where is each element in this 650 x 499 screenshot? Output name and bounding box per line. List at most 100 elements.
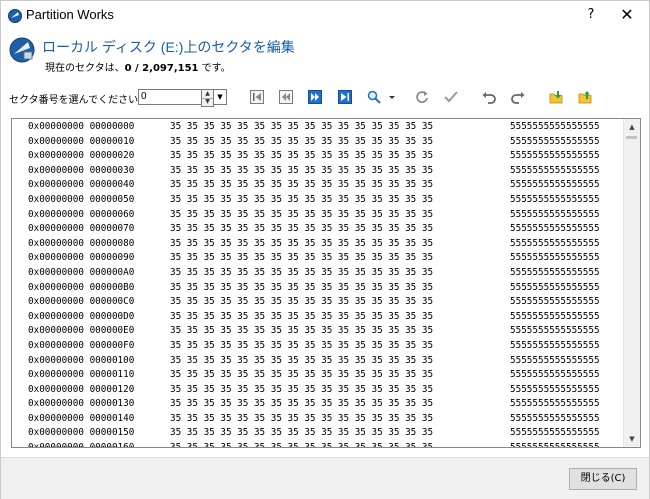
help-button[interactable]: ? xyxy=(581,5,601,25)
hex-row[interactable]: 0x00000000 00000140 35 35 35 35 35 35 35 … xyxy=(12,412,624,427)
hex-row-bytes[interactable]: 35 35 35 35 35 35 35 35 35 35 35 35 35 3… xyxy=(170,324,433,339)
hex-row-ascii[interactable]: 5555555555555555 xyxy=(510,397,600,412)
sector-number-label: セクタ番号を選んでください(S): xyxy=(9,95,156,106)
hex-row-bytes[interactable]: 35 35 35 35 35 35 35 35 35 35 35 35 35 3… xyxy=(170,120,433,135)
hex-row-bytes[interactable]: 35 35 35 35 35 35 35 35 35 35 35 35 35 3… xyxy=(170,193,433,208)
hex-row-bytes[interactable]: 35 35 35 35 35 35 35 35 35 35 35 35 35 3… xyxy=(170,354,433,369)
hex-row-bytes[interactable]: 35 35 35 35 35 35 35 35 35 35 35 35 35 3… xyxy=(170,164,433,179)
hex-row-ascii[interactable]: 5555555555555555 xyxy=(510,164,600,179)
hex-row[interactable]: 0x00000000 00000070 35 35 35 35 35 35 35 … xyxy=(12,222,624,237)
hex-row-bytes[interactable]: 35 35 35 35 35 35 35 35 35 35 35 35 35 3… xyxy=(170,310,433,325)
scroll-thumb[interactable] xyxy=(626,136,637,139)
dialog-footer: 閉じる(C) xyxy=(1,457,649,499)
hex-row[interactable]: 0x00000000 000000B0 35 35 35 35 35 35 35 … xyxy=(12,281,624,296)
hex-row-address: 0x00000000 00000120 xyxy=(28,383,135,395)
hex-row-ascii[interactable]: 5555555555555555 xyxy=(510,193,600,208)
hex-row-bytes[interactable]: 35 35 35 35 35 35 35 35 35 35 35 35 35 3… xyxy=(170,178,433,193)
hex-row-ascii[interactable]: 5555555555555555 xyxy=(510,208,600,223)
refresh-icon[interactable] xyxy=(415,90,429,104)
hex-row-ascii[interactable]: 5555555555555555 xyxy=(510,295,600,310)
hex-row-bytes[interactable]: 35 35 35 35 35 35 35 35 35 35 35 35 35 3… xyxy=(170,412,433,427)
hex-row-ascii[interactable]: 5555555555555555 xyxy=(510,237,600,252)
hex-row[interactable]: 0x00000000 00000010 35 35 35 35 35 35 35 … xyxy=(12,135,624,150)
hex-row-bytes[interactable]: 35 35 35 35 35 35 35 35 35 35 35 35 35 3… xyxy=(170,135,433,150)
hex-row-bytes[interactable]: 35 35 35 35 35 35 35 35 35 35 35 35 35 3… xyxy=(170,441,433,447)
last-sector-icon[interactable] xyxy=(338,90,352,104)
hex-row[interactable]: 0x00000000 00000100 35 35 35 35 35 35 35 … xyxy=(12,354,624,369)
apply-check-icon[interactable] xyxy=(444,90,458,104)
hex-row-ascii[interactable]: 5555555555555555 xyxy=(510,251,600,266)
vertical-scrollbar[interactable]: ▲ ▼ xyxy=(623,119,640,447)
hex-row-ascii[interactable]: 5555555555555555 xyxy=(510,281,600,296)
first-sector-icon[interactable] xyxy=(250,90,264,104)
hex-row-ascii[interactable]: 5555555555555555 xyxy=(510,354,600,369)
hex-row-ascii[interactable]: 5555555555555555 xyxy=(510,120,600,135)
sector-number-input[interactable]: 0 xyxy=(138,89,204,105)
hex-row-bytes[interactable]: 35 35 35 35 35 35 35 35 35 35 35 35 35 3… xyxy=(170,383,433,398)
hex-row-ascii[interactable]: 5555555555555555 xyxy=(510,266,600,281)
hex-row[interactable]: 0x00000000 00000050 35 35 35 35 35 35 35 … xyxy=(12,193,624,208)
hex-row[interactable]: 0x00000000 00000080 35 35 35 35 35 35 35 … xyxy=(12,237,624,252)
hex-rows: 0x00000000 00000000 35 35 35 35 35 35 35 … xyxy=(12,120,624,447)
hex-row[interactable]: 0x00000000 000000D0 35 35 35 35 35 35 35 … xyxy=(12,310,624,325)
hex-row[interactable]: 0x00000000 00000040 35 35 35 35 35 35 35 … xyxy=(12,178,624,193)
scroll-down-icon[interactable]: ▼ xyxy=(624,431,640,447)
hex-row[interactable]: 0x00000000 00000090 35 35 35 35 35 35 35 … xyxy=(12,251,624,266)
hex-row[interactable]: 0x00000000 00000130 35 35 35 35 35 35 35 … xyxy=(12,397,624,412)
export-folder-icon[interactable] xyxy=(578,90,592,104)
prev-sector-icon[interactable] xyxy=(279,90,293,104)
hex-row-bytes[interactable]: 35 35 35 35 35 35 35 35 35 35 35 35 35 3… xyxy=(170,149,433,164)
sector-dropdown-button[interactable]: ▼ xyxy=(213,89,227,105)
hex-row-address: 0x00000000 00000020 xyxy=(28,150,135,162)
hex-row[interactable]: 0x00000000 000000F0 35 35 35 35 35 35 35 … xyxy=(12,339,624,354)
current-sector-value: 0 / 2,097,151 xyxy=(124,63,199,74)
hex-row[interactable]: 0x00000000 00000060 35 35 35 35 35 35 35 … xyxy=(12,208,624,223)
hex-row-ascii[interactable]: 5555555555555555 xyxy=(510,135,600,150)
hex-row-bytes[interactable]: 35 35 35 35 35 35 35 35 35 35 35 35 35 3… xyxy=(170,237,433,252)
hex-row-bytes[interactable]: 35 35 35 35 35 35 35 35 35 35 35 35 35 3… xyxy=(170,208,433,223)
hex-row-ascii[interactable]: 5555555555555555 xyxy=(510,412,600,427)
next-sector-icon[interactable] xyxy=(308,90,322,104)
redo-icon[interactable] xyxy=(511,90,525,104)
close-button[interactable]: 閉じる(C) xyxy=(569,468,637,490)
hex-row-bytes[interactable]: 35 35 35 35 35 35 35 35 35 35 35 35 35 3… xyxy=(170,339,433,354)
hex-row-ascii[interactable]: 5555555555555555 xyxy=(510,383,600,398)
hex-row[interactable]: 0x00000000 00000160 35 35 35 35 35 35 35 … xyxy=(12,441,624,447)
search-icon[interactable] xyxy=(367,90,381,104)
hex-row-ascii[interactable]: 5555555555555555 xyxy=(510,149,600,164)
hex-row[interactable]: 0x00000000 000000C0 35 35 35 35 35 35 35 … xyxy=(12,295,624,310)
hex-row-address: 0x00000000 00000040 xyxy=(28,179,135,191)
close-window-button[interactable]: ✕ xyxy=(613,4,641,26)
hex-row[interactable]: 0x00000000 00000120 35 35 35 35 35 35 35 … xyxy=(12,383,624,398)
hex-row-bytes[interactable]: 35 35 35 35 35 35 35 35 35 35 35 35 35 3… xyxy=(170,295,433,310)
hex-row[interactable]: 0x00000000 00000000 35 35 35 35 35 35 35 … xyxy=(12,120,624,135)
hex-row-bytes[interactable]: 35 35 35 35 35 35 35 35 35 35 35 35 35 3… xyxy=(170,281,433,296)
hex-row-ascii[interactable]: 5555555555555555 xyxy=(510,222,600,237)
hex-row-address: 0x00000000 00000060 xyxy=(28,208,135,220)
hex-row[interactable]: 0x00000000 00000150 35 35 35 35 35 35 35 … xyxy=(12,426,624,441)
hex-row-ascii[interactable]: 5555555555555555 xyxy=(510,441,600,447)
stepper-down-icon[interactable]: ▼ xyxy=(202,98,213,106)
hex-row-bytes[interactable]: 35 35 35 35 35 35 35 35 35 35 35 35 35 3… xyxy=(170,426,433,441)
hex-row-ascii[interactable]: 5555555555555555 xyxy=(510,339,600,354)
hex-row[interactable]: 0x00000000 000000E0 35 35 35 35 35 35 35 … xyxy=(12,324,624,339)
hex-row-bytes[interactable]: 35 35 35 35 35 35 35 35 35 35 35 35 35 3… xyxy=(170,222,433,237)
undo-icon[interactable] xyxy=(482,90,496,104)
hex-row-bytes[interactable]: 35 35 35 35 35 35 35 35 35 35 35 35 35 3… xyxy=(170,266,433,281)
hex-editor-view[interactable]: 0x00000000 00000000 35 35 35 35 35 35 35 … xyxy=(11,118,641,448)
hex-row-bytes[interactable]: 35 35 35 35 35 35 35 35 35 35 35 35 35 3… xyxy=(170,251,433,266)
hex-row-bytes[interactable]: 35 35 35 35 35 35 35 35 35 35 35 35 35 3… xyxy=(170,368,433,383)
scroll-up-icon[interactable]: ▲ xyxy=(624,119,640,135)
hex-row[interactable]: 0x00000000 00000020 35 35 35 35 35 35 35 … xyxy=(12,149,624,164)
hex-row[interactable]: 0x00000000 00000110 35 35 35 35 35 35 35 … xyxy=(12,368,624,383)
hex-row-ascii[interactable]: 5555555555555555 xyxy=(510,310,600,325)
hex-row-ascii[interactable]: 5555555555555555 xyxy=(510,368,600,383)
search-dropdown-icon[interactable] xyxy=(388,90,396,104)
hex-row-ascii[interactable]: 5555555555555555 xyxy=(510,426,600,441)
hex-row-bytes[interactable]: 35 35 35 35 35 35 35 35 35 35 35 35 35 3… xyxy=(170,397,433,412)
hex-row[interactable]: 0x00000000 00000030 35 35 35 35 35 35 35 … xyxy=(12,164,624,179)
hex-row-ascii[interactable]: 5555555555555555 xyxy=(510,324,600,339)
hex-row[interactable]: 0x00000000 000000A0 35 35 35 35 35 35 35 … xyxy=(12,266,624,281)
hex-row-ascii[interactable]: 5555555555555555 xyxy=(510,178,600,193)
import-folder-icon[interactable] xyxy=(549,90,563,104)
